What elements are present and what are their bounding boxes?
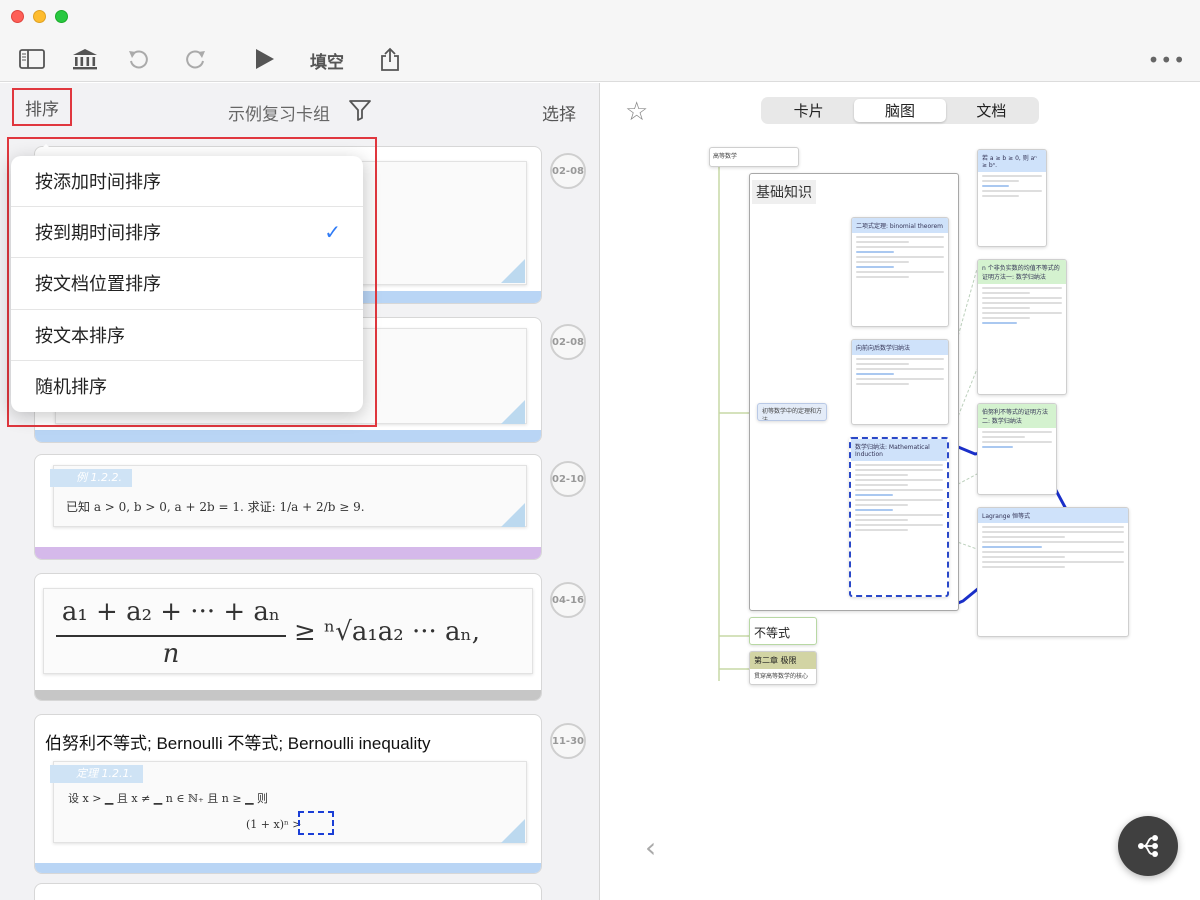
node-title: Lagrange 恒等式 xyxy=(978,508,1128,523)
card-list-panel: 排序 示例复习卡组 选择 02-08 02-08 例 1.2.2. 已知 a >… xyxy=(0,83,600,900)
node-title: 伯努利不等式的证明方法二: 数学归纳法 xyxy=(978,404,1056,428)
node-title: 数学归纳法: Mathematical Induction xyxy=(851,439,947,461)
branch-icon xyxy=(1138,835,1158,857)
sort-menu: 按添加时间排序 按到期时间排序 ✓ 按文档位置排序 按文本排序 随机排序 xyxy=(11,156,363,412)
due-date-badge: 02-08 xyxy=(550,153,586,189)
formula-rhs: ≥ ⁿ√a₁a₂ ··· aₙ, xyxy=(294,617,481,647)
node-title: 若 a ≥ b ≥ 0, 则 aⁿ ≥ bⁿ. xyxy=(978,150,1046,172)
mindmap-node[interactable]: 伯努利不等式的证明方法二: 数学归纳法 xyxy=(977,403,1057,495)
tab-document[interactable]: 文档 xyxy=(946,99,1037,122)
card-color-strip xyxy=(35,690,541,700)
card-color-strip xyxy=(35,430,541,442)
review-card[interactable]: a₁ + a₂ + ··· + aₙ n ≥ ⁿ√a₁a₂ ··· aₙ, xyxy=(34,573,542,701)
card-content-box: a₁ + a₂ + ··· + aₙ n ≥ ⁿ√a₁a₂ ··· aₙ, xyxy=(43,588,533,674)
menu-item-label: 按文本排序 xyxy=(35,325,125,347)
more-icon[interactable]: ••• xyxy=(1148,48,1186,72)
due-date-badge: 02-08 xyxy=(550,324,586,360)
select-button[interactable]: 选择 xyxy=(542,100,576,125)
sort-by-text[interactable]: 按文本排序 xyxy=(11,310,363,361)
app-window: 填空 ••• 排序 示例复习卡组 选择 02-08 02-08 例 1.2.2.… xyxy=(0,0,1200,900)
card-content-box: 例 1.2.2. 已知 a > 0, b > 0, a + 2b = 1. 求证… xyxy=(50,465,527,527)
sort-by-added-time[interactable]: 按添加时间排序 xyxy=(11,156,363,208)
undo-icon[interactable] xyxy=(124,46,152,72)
review-card[interactable]: 伯努利不等式; Bernoulli 不等式; Bernoulli inequal… xyxy=(34,714,542,874)
card-corner-fold xyxy=(501,503,525,527)
node-label: 不等式 xyxy=(754,626,791,640)
tab-cards[interactable]: 卡片 xyxy=(763,99,854,122)
fraction-bar xyxy=(56,635,286,637)
mindmap-canvas[interactable]: 高等数学 基础知识 初等数学中的定理和方法 二项式定理: binomial th… xyxy=(601,139,1200,819)
mindmap-node[interactable]: 二项式定理: binomial theorem xyxy=(851,217,949,327)
menu-item-label: 按到期时间排序 xyxy=(35,223,161,245)
card-corner-fold xyxy=(501,400,525,424)
sort-by-due-time[interactable]: 按到期时间排序 ✓ xyxy=(11,207,363,259)
close-window-button[interactable] xyxy=(11,10,24,23)
toolbar: 填空 ••• xyxy=(0,0,1200,82)
mindmap-node[interactable]: n 个非负实数的均值不等式的证明方法一: 数学归纳法 xyxy=(977,259,1067,395)
review-card[interactable] xyxy=(34,883,542,900)
formula-numerator: a₁ + a₂ + ··· + aₙ xyxy=(61,597,281,627)
tab-mindmap[interactable]: 脑图 xyxy=(854,99,946,122)
node-title: 第二章 极限 xyxy=(750,652,816,669)
minimize-window-button[interactable] xyxy=(33,10,46,23)
card-color-strip xyxy=(35,863,541,873)
node-title: 向前向后数学归纳法 xyxy=(852,340,948,355)
sort-button[interactable]: 排序 xyxy=(12,88,72,126)
mindmap-share-button[interactable] xyxy=(1118,816,1178,876)
library-icon[interactable] xyxy=(71,46,99,72)
card-title: 伯努利不等式; Bernoulli 不等式; Bernoulli inequal… xyxy=(45,734,431,753)
due-date-badge: 04-16 xyxy=(550,582,586,618)
node-label: 高等数学 xyxy=(713,153,738,160)
card-tag: 定理 1.2.1. xyxy=(50,765,143,783)
filter-icon[interactable] xyxy=(348,98,372,126)
popup-arrow xyxy=(34,144,58,156)
mindmap-node[interactable]: 若 a ≥ b ≥ 0, 则 aⁿ ≥ bⁿ. xyxy=(977,149,1047,247)
node-title: n 个非负实数的均值不等式的证明方法一: 数学归纳法 xyxy=(978,260,1066,284)
mindmap-node-selected[interactable]: 数学归纳法: Mathematical Induction xyxy=(849,437,949,597)
redo-icon[interactable] xyxy=(182,46,210,72)
due-date-badge: 02-10 xyxy=(550,461,586,497)
card-text: 已知 a > 0, b > 0, a + 2b = 1. 求证: 1/a + 2… xyxy=(66,500,365,514)
zoom-window-button[interactable] xyxy=(55,10,68,23)
formula-denominator: n xyxy=(162,639,180,669)
card-corner-fold xyxy=(501,819,525,843)
card-tag: 例 1.2.2. xyxy=(50,469,132,487)
due-date-badge: 11-30 xyxy=(550,723,586,759)
group-title: 基础知识 xyxy=(752,180,816,204)
mindmap-root-node[interactable]: 高等数学 xyxy=(709,147,799,167)
menu-item-label: 按添加时间排序 xyxy=(35,172,161,194)
cloze-blank[interactable] xyxy=(298,811,334,835)
review-card[interactable]: 例 1.2.2. 已知 a > 0, b > 0, a + 2b = 1. 求证… xyxy=(34,454,542,560)
fill-blank-button[interactable]: 填空 xyxy=(310,48,344,73)
sort-random[interactable]: 随机排序 xyxy=(11,361,363,412)
checkmark-icon: ✓ xyxy=(324,220,341,245)
star-icon[interactable]: ☆ xyxy=(625,97,648,127)
mindmap-node[interactable]: 向前向后数学归纳法 xyxy=(851,339,949,425)
mindmap-node[interactable]: 不等式 xyxy=(749,617,817,645)
menu-item-label: 按文档位置排序 xyxy=(35,274,161,296)
play-icon[interactable] xyxy=(250,46,278,72)
mindmap-panel: ☆ 卡片 脑图 文档 高等数学 基础知识 初等数学中的定理和方法 二项式定理: … xyxy=(601,83,1200,900)
card-color-strip xyxy=(35,547,541,559)
card-list-header: 排序 示例复习卡组 选择 xyxy=(0,83,599,139)
menu-item-label: 随机排序 xyxy=(35,377,107,399)
card-text: 设 x > ▁ 且 x ≠ ▁ n ∈ ℕ₊ 且 n ≥ ▁ 则 xyxy=(68,792,269,805)
deck-title[interactable]: 示例复习卡组 xyxy=(228,100,330,125)
card-text: (1 + x)ⁿ > xyxy=(246,818,302,831)
mindmap-node[interactable]: Lagrange 恒等式 xyxy=(977,507,1129,637)
mindmap-node[interactable]: 第二章 极限 贯穿高等数学的核心 xyxy=(749,651,817,685)
view-mode-segmented-control: 卡片 脑图 文档 xyxy=(761,97,1039,124)
node-title: 二项式定理: binomial theorem xyxy=(852,218,948,233)
node-label: 初等数学中的定理和方法 xyxy=(762,408,823,421)
card-corner-fold xyxy=(501,259,525,283)
sort-by-document-position[interactable]: 按文档位置排序 xyxy=(11,258,363,310)
chevron-left-icon[interactable]: ‹ xyxy=(645,831,656,864)
mindmap-node[interactable]: 初等数学中的定理和方法 xyxy=(757,403,827,421)
card-content-box: 定理 1.2.1. 设 x > ▁ 且 x ≠ ▁ n ∈ ℕ₊ 且 n ≥ ▁… xyxy=(50,761,527,843)
sidebar-icon[interactable] xyxy=(18,46,46,72)
node-label: 贯穿高等数学的核心 xyxy=(754,673,809,680)
share-icon[interactable] xyxy=(376,46,404,72)
